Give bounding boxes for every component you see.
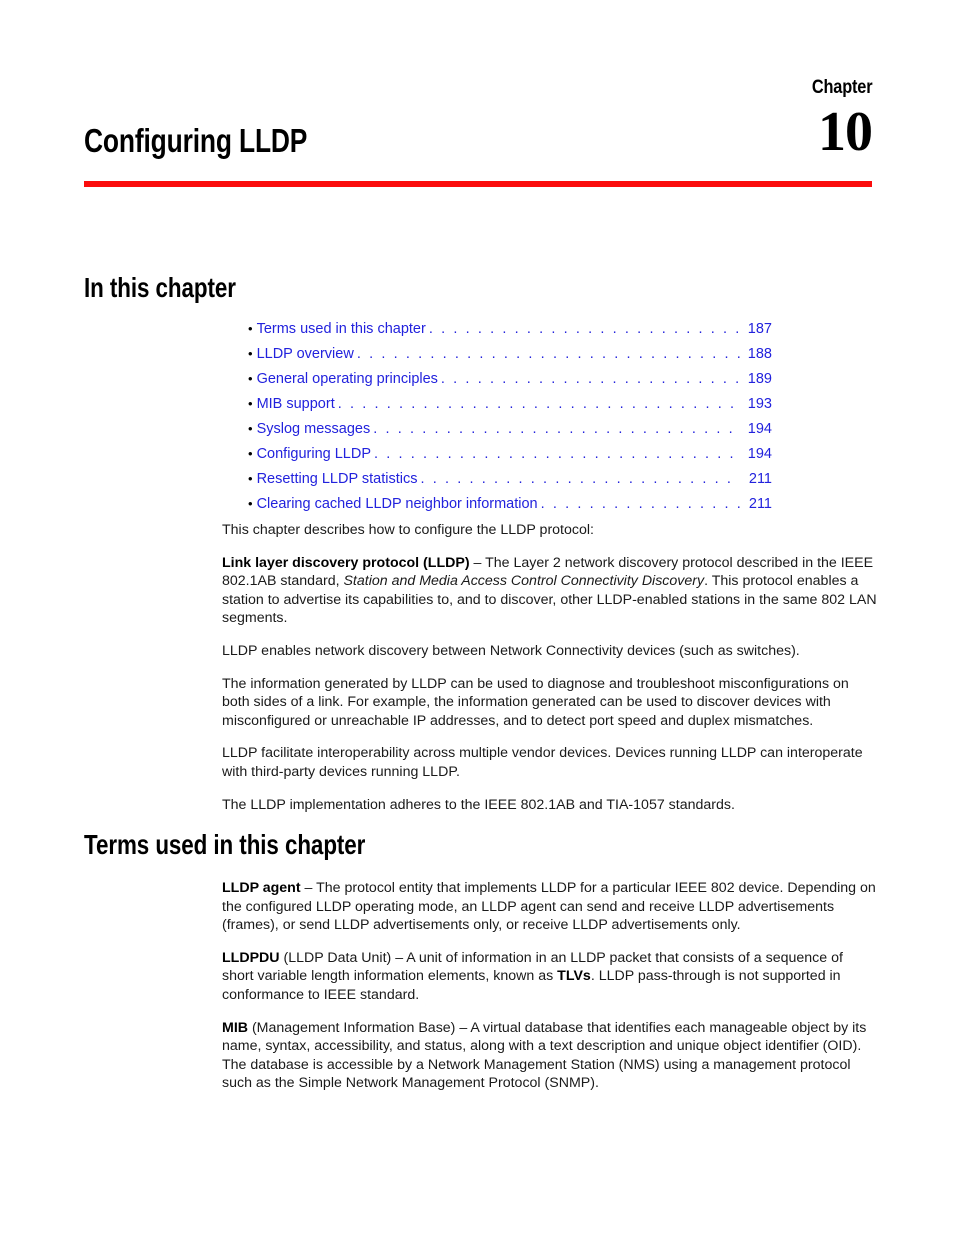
toc-page-number[interactable]: 193 [742, 396, 772, 412]
paragraph-network-discovery: LLDP enables network discovery between N… [222, 642, 800, 659]
paragraph-lldp-definition: Link layer discovery protocol (LLDP) – T… [222, 554, 878, 628]
lldp-definition-standard-title: Station and Media Access Control Connect… [343, 573, 705, 590]
chapter-header: Chapter 10 Configuring LLDP [84, 77, 873, 188]
table-of-contents: • Terms used in this chapter. . . . . . .… [248, 321, 772, 521]
toc-page-number[interactable]: 194 [742, 446, 772, 462]
toc-dot-leader: . . . . . . . . . . . . . . . . . . . . … [540, 496, 740, 512]
term-link-layer-discovery-protocol: Link layer discovery protocol (LLDP) [222, 554, 470, 571]
bullet-icon: • [248, 321, 253, 336]
toc-dot-leader: . . . . . . . . . . . . . . . . . . . . … [356, 346, 740, 362]
toc-dot-leader: . . . . . . . . . . . . . . . . . . . . … [420, 471, 740, 487]
bullet-icon: • [248, 471, 253, 486]
toc-entry-label[interactable]: MIB support [257, 396, 335, 412]
intro-body-block: This chapter describes how to configure … [222, 521, 878, 814]
toc-entry[interactable]: • Clearing cached LLDP neighbor informati… [248, 496, 772, 521]
mib-description: (Management Information Base) – A virtua… [222, 1019, 867, 1092]
toc-dot-leader: . . . . . . . . . . . . . . . . . . . . … [337, 396, 740, 412]
toc-entry-label[interactable]: Terms used in this chapter [257, 321, 426, 337]
paragraph-troubleshooting: The information generated by LLDP can be… [222, 675, 849, 729]
term-lldp-agent: LLDP agent [222, 880, 301, 896]
toc-entry[interactable]: • Resetting LLDP statistics. . . . . . . … [248, 471, 772, 496]
toc-dot-leader: . . . . . . . . . . . . . . . . . . . . … [374, 446, 740, 462]
term-tlvs: TLVs [557, 968, 591, 985]
toc-entry[interactable]: • LLDP overview. . . . . . . . . . . . . … [248, 346, 772, 371]
chapter-label: Chapter [811, 77, 872, 98]
toc-page-number[interactable]: 211 [742, 496, 772, 512]
toc-page-number[interactable]: 188 [742, 346, 772, 362]
chapter-rule-divider [84, 181, 872, 187]
bullet-icon: • [248, 421, 253, 436]
terms-body-block: LLDP agent – The protocol entity that im… [222, 879, 878, 1093]
lldp-agent-description: – The protocol entity that implements LL… [222, 880, 876, 934]
bullet-icon: • [248, 496, 253, 511]
paragraph-intro: This chapter describes how to configure … [222, 522, 594, 538]
toc-entry-label[interactable]: General operating principles [257, 371, 438, 387]
toc-dot-leader: . . . . . . . . . . . . . . . . . . . . … [440, 371, 740, 387]
page-title: Configuring LLDP [84, 122, 308, 159]
toc-entry[interactable]: • Configuring LLDP. . . . . . . . . . . .… [248, 446, 772, 471]
bullet-icon: • [248, 396, 253, 411]
toc-page-number[interactable]: 189 [742, 371, 772, 387]
definition-mib: MIB (Management Information Base) – A vi… [222, 1019, 878, 1093]
toc-entry-label[interactable]: LLDP overview [257, 346, 354, 362]
term-lldpdu: LLDPDU [222, 949, 280, 966]
toc-entry-label[interactable]: Clearing cached LLDP neighbor informatio… [257, 496, 538, 512]
paragraph-standards: The LLDP implementation adheres to the I… [222, 796, 735, 813]
toc-entry[interactable]: • General operating principles. . . . . .… [248, 371, 772, 396]
bullet-icon: • [248, 446, 253, 461]
section-heading-in-this-chapter: In this chapter [84, 272, 236, 303]
toc-dot-leader: . . . . . . . . . . . . . . . . . . . . … [373, 421, 740, 437]
paragraph-interoperability: LLDP facilitate interoperability across … [222, 745, 863, 780]
toc-dot-leader: . . . . . . . . . . . . . . . . . . . . … [428, 321, 740, 337]
definition-lldp-agent: LLDP agent – The protocol entity that im… [222, 879, 878, 935]
toc-page-number[interactable]: 187 [742, 321, 772, 337]
bullet-icon: • [248, 346, 253, 361]
term-mib: MIB [222, 1019, 249, 1036]
chapter-number: 10 [818, 101, 873, 163]
toc-entry-label[interactable]: Resetting LLDP statistics [257, 471, 418, 487]
toc-entry[interactable]: • Terms used in this chapter. . . . . . .… [248, 321, 772, 346]
section-heading-terms-used: Terms used in this chapter [84, 829, 366, 860]
definition-lldpdu: LLDPDU (LLDP Data Unit) – A unit of info… [222, 949, 878, 1005]
toc-entry-label[interactable]: Configuring LLDP [257, 446, 371, 462]
toc-page-number[interactable]: 194 [742, 421, 772, 437]
toc-page-number[interactable]: 211 [742, 471, 772, 487]
bullet-icon: • [248, 371, 253, 386]
toc-entry-label[interactable]: Syslog messages [257, 421, 371, 437]
toc-entry[interactable]: • Syslog messages. . . . . . . . . . . . … [248, 421, 772, 446]
toc-entry[interactable]: • MIB support. . . . . . . . . . . . . . … [248, 396, 772, 421]
